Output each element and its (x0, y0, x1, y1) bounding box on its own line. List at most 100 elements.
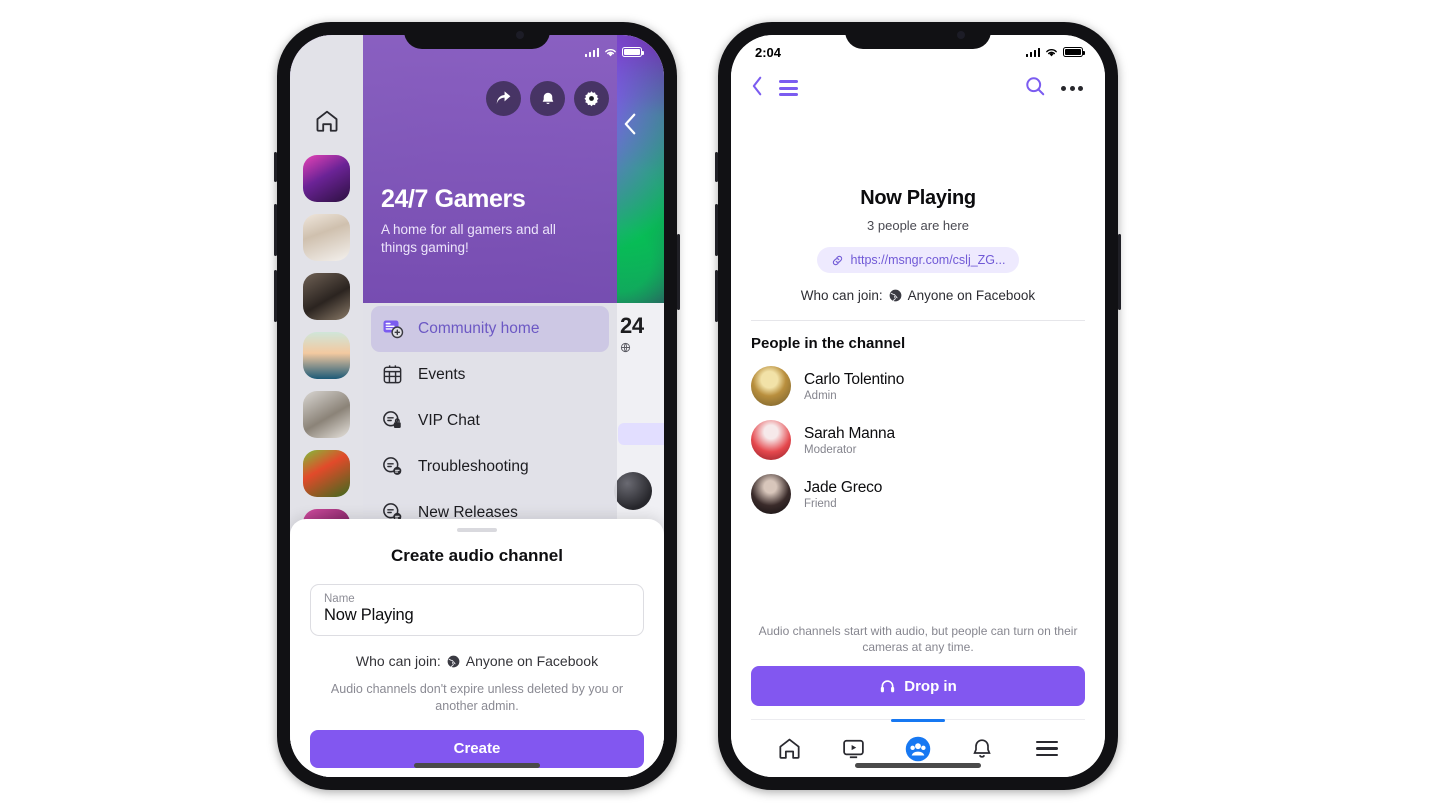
community-thumb-1[interactable] (303, 155, 350, 202)
list-item[interactable]: Jade Greco Friend (751, 474, 1085, 514)
left-phone-screen: 24 24/7 Gamers A home for all gamers and… (290, 35, 664, 777)
person-role: Friend (804, 497, 837, 510)
who-can-join-label: Who can join: (800, 288, 883, 303)
behind-avatar (614, 472, 652, 510)
hamburger-menu-icon (1035, 740, 1058, 757)
globe-icon (620, 342, 631, 353)
phone-mute-switch[interactable] (715, 152, 718, 182)
cellular-icon (1025, 47, 1040, 57)
right-phone-frame: 2:04 Now Playing 3 people are here https… (715, 22, 1121, 790)
person-name: Sarah Manna (804, 424, 895, 442)
menu-item-vip-chat[interactable]: VIP Chat (371, 398, 609, 444)
status-icons (1025, 47, 1086, 58)
person-info: Jade Greco Friend (804, 479, 882, 510)
phone-volume-up[interactable] (715, 204, 718, 256)
top-nav-bar (731, 65, 1105, 111)
home-indicator (414, 763, 540, 768)
channel-title: Now Playing (860, 187, 976, 209)
phone-volume-down[interactable] (274, 270, 277, 322)
groups-icon (905, 736, 931, 761)
headphones-icon (881, 679, 895, 692)
channel-name-value: Now Playing (324, 606, 414, 624)
who-can-join-value: Anyone on Facebook (465, 653, 599, 669)
search-icon[interactable] (1024, 75, 1046, 102)
sheet-grabber[interactable] (457, 528, 497, 532)
phone-power-button[interactable] (1118, 234, 1121, 310)
list-item[interactable]: Carlo Tolentino Admin (751, 366, 1085, 406)
channel-body: Now Playing 3 people are here https://ms… (731, 111, 1105, 623)
person-role: Admin (804, 389, 837, 402)
person-info: Carlo Tolentino Admin (804, 371, 904, 402)
community-description: A home for all gamers and all things gam… (381, 222, 556, 256)
header-actions (486, 81, 609, 116)
phone-mute-switch[interactable] (274, 152, 277, 182)
channel-people-count: 3 people are here (867, 218, 969, 233)
community-thumb-6[interactable] (303, 450, 350, 497)
community-thumb-3[interactable] (303, 273, 350, 320)
community-thumb-4[interactable] (303, 332, 350, 379)
cellular-icon (584, 47, 599, 57)
battery-icon (1063, 47, 1086, 57)
phone-volume-up[interactable] (274, 204, 277, 256)
behind-meta-row (620, 341, 664, 354)
avatar (751, 366, 791, 406)
sheet-title: Create audio channel (391, 546, 563, 565)
who-can-join-value: Anyone on Facebook (907, 288, 1036, 303)
phone-volume-down[interactable] (715, 270, 718, 322)
home-icon (779, 738, 800, 759)
menu-item-label: Troubleshooting (418, 458, 529, 475)
channel-link-chip[interactable]: https://msngr.com/cslj_ZG... (816, 247, 1020, 273)
battery-icon (622, 47, 645, 57)
menu-item-troubleshooting[interactable]: Troubleshooting (371, 444, 609, 490)
channel-name-input[interactable]: Name Now Playing (310, 584, 644, 636)
more-dots-icon[interactable] (1061, 85, 1083, 91)
community-drawer-screen: 24 24/7 Gamers A home for all gamers and… (290, 35, 664, 777)
drop-in-label: Drop in (904, 677, 957, 695)
section-divider (751, 320, 1085, 321)
drop-in-button[interactable]: Drop in (751, 666, 1085, 706)
home-icon[interactable] (305, 99, 349, 143)
bell-icon[interactable] (530, 81, 565, 116)
bottom-tab-bar (751, 719, 1085, 777)
watch-video-icon (843, 739, 864, 759)
tab-home[interactable] (766, 729, 812, 769)
tab-menu[interactable] (1024, 729, 1070, 769)
screenshot-stage: 24 24/7 Gamers A home for all gamers and… (0, 0, 1440, 810)
avatar (751, 420, 791, 460)
front-camera (957, 31, 965, 39)
channel-name-label: Name (324, 593, 355, 605)
chat-icon (381, 455, 405, 479)
person-name: Carlo Tolentino (804, 370, 905, 388)
footer-note: Audio channels start with audio, but peo… (758, 623, 1078, 654)
calendar-icon (381, 363, 405, 387)
globe-icon (889, 289, 901, 302)
status-icons (584, 47, 645, 58)
channel-link-text: https://msngr.com/cslj_ZG... (850, 253, 1006, 267)
front-camera (516, 31, 524, 39)
gear-icon[interactable] (574, 81, 609, 116)
hamburger-icon[interactable] (779, 80, 798, 96)
sheet-note: Audio channels don't expire unless delet… (330, 682, 624, 713)
community-thumb-2[interactable] (303, 214, 350, 261)
menu-item-events[interactable]: Events (371, 352, 609, 398)
phone-notch (845, 22, 991, 49)
who-can-join-row[interactable]: Who can join: Anyone on Facebook (751, 288, 1085, 303)
menu-item-label: Events (418, 366, 466, 383)
community-home-icon (381, 317, 405, 341)
phone-power-button[interactable] (677, 234, 680, 310)
left-phone-frame: 24 24/7 Gamers A home for all gamers and… (274, 22, 680, 790)
home-indicator (855, 763, 981, 768)
who-can-join-row[interactable]: Who can join: Anyone on Facebook (310, 653, 644, 669)
back-chevron-icon[interactable] (623, 111, 638, 141)
list-item[interactable]: Sarah Manna Moderator (751, 420, 1085, 460)
nav-left-group (751, 75, 798, 102)
share-icon[interactable] (486, 81, 521, 116)
who-can-join-label: Who can join: (355, 653, 441, 669)
phone-notch (404, 22, 550, 49)
community-thumb-5[interactable] (303, 391, 350, 438)
back-chevron-icon[interactable] (751, 75, 764, 102)
menu-item-community-home[interactable]: Community home (371, 306, 609, 352)
avatar (751, 474, 791, 514)
community-title: 24/7 Gamers (381, 185, 526, 213)
person-info: Sarah Manna Moderator (804, 425, 895, 456)
